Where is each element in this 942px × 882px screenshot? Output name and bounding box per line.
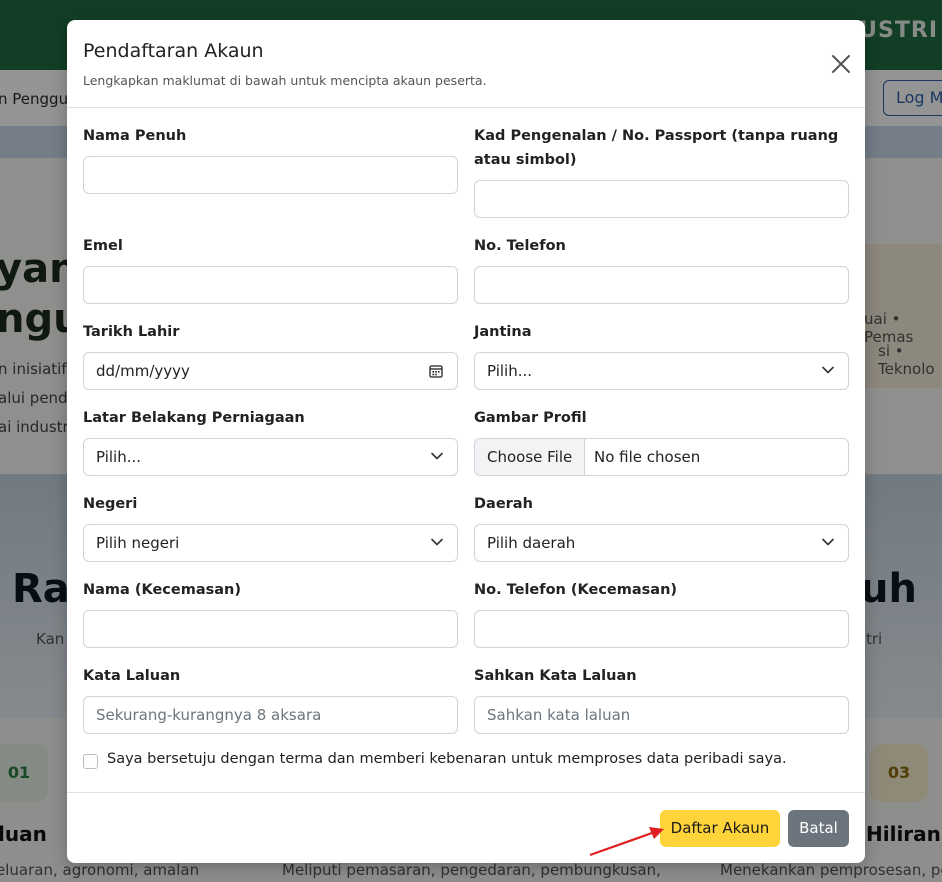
emergency-name-label: Nama (Kecemasan): [83, 582, 241, 598]
close-icon: [832, 55, 850, 73]
emergency-phone-label: No. Telefon (Kecemasan): [474, 582, 678, 598]
dob-input[interactable]: dd/mm/yyyy: [83, 352, 458, 390]
chevron-down-icon: [822, 366, 834, 374]
cancel-button[interactable]: Batal: [788, 810, 849, 847]
dob-label: Tarikh Lahir: [83, 324, 180, 340]
state-selected-value: Pilih negeri: [96, 534, 180, 552]
gender-selected-value: Pilih...: [487, 362, 533, 380]
business-background-select[interactable]: Pilih...: [83, 438, 458, 476]
district-label: Daerah: [474, 496, 533, 512]
file-status: No file chosen: [594, 448, 701, 466]
email-input[interactable]: [83, 266, 458, 304]
chevron-down-icon: [431, 538, 443, 546]
full-name-label: Nama Penuh: [83, 128, 187, 144]
modal-header: Pendaftaran Akaun Lengkapkan maklumat di…: [67, 20, 865, 108]
phone-input[interactable]: [474, 266, 849, 304]
confirm-password-label: Sahkan Kata Laluan: [474, 668, 637, 684]
registration-modal: Pendaftaran Akaun Lengkapkan maklumat di…: [67, 20, 865, 863]
emergency-name-input[interactable]: [83, 610, 458, 648]
password-input[interactable]: [83, 696, 458, 734]
chevron-down-icon: [822, 538, 834, 546]
confirm-password-input[interactable]: [474, 696, 849, 734]
choose-file-button[interactable]: Choose File: [475, 439, 586, 475]
district-select[interactable]: Pilih daerah: [474, 524, 849, 562]
state-label: Negeri: [83, 496, 138, 512]
ic-passport-input[interactable]: [474, 180, 849, 218]
register-account-button[interactable]: Daftar Akaun: [660, 810, 780, 847]
password-label: Kata Laluan: [83, 668, 181, 684]
profile-photo-label: Gambar Profil: [474, 410, 587, 426]
phone-label: No. Telefon: [474, 238, 566, 254]
email-label: Emel: [83, 238, 123, 254]
dob-value: dd/mm/yyyy: [96, 362, 190, 380]
gender-select[interactable]: Pilih...: [474, 352, 849, 390]
modal-subtitle: Lengkapkan maklumat di bawah untuk menci…: [83, 73, 487, 88]
full-name-input[interactable]: [83, 156, 458, 194]
business-selected-value: Pilih...: [96, 448, 142, 466]
state-select[interactable]: Pilih negeri: [83, 524, 458, 562]
emergency-phone-input[interactable]: [474, 610, 849, 648]
annotation-arrow-icon: [589, 827, 664, 857]
district-selected-value: Pilih daerah: [487, 534, 576, 552]
modal-title: Pendaftaran Akaun: [83, 40, 264, 62]
profile-photo-input[interactable]: Choose File No file chosen: [474, 438, 849, 476]
consent-label: Saya bersetuju dengan terma dan memberi …: [107, 751, 787, 767]
close-button[interactable]: [827, 50, 855, 78]
calendar-icon[interactable]: [429, 364, 443, 378]
chevron-down-icon: [431, 452, 443, 460]
business-background-label: Latar Belakang Perniagaan: [83, 410, 305, 426]
consent-checkbox[interactable]: [83, 754, 98, 769]
ic-passport-label: Kad Pengenalan / No. Passport (tanpa rua…: [474, 128, 839, 168]
modal-footer: Daftar Akaun Batal: [67, 792, 865, 864]
gender-label: Jantina: [474, 324, 532, 340]
